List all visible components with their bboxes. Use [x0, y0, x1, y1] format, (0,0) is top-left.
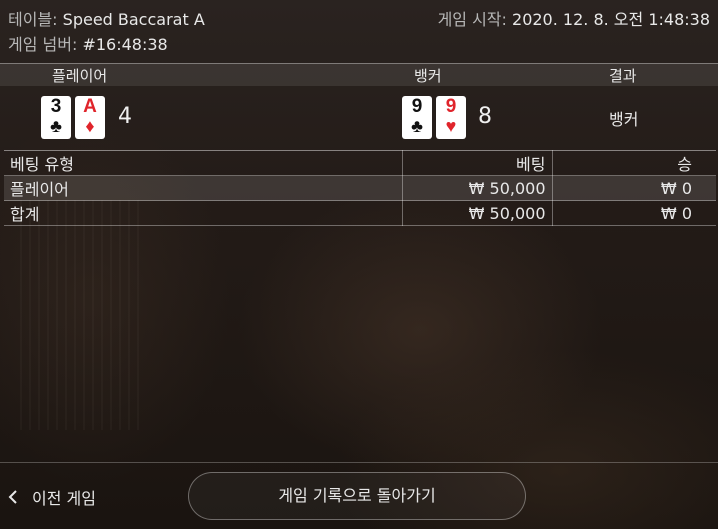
table-name: Speed Baccarat A: [62, 10, 205, 29]
previous-game-label: 이전 게임: [32, 489, 96, 508]
game-number-info: 게임 넘버: #16:48:38: [8, 31, 168, 55]
diamond-suit-icon: ♦: [85, 116, 95, 136]
previous-game-button[interactable]: 이전 게임: [8, 485, 96, 509]
bet-type-header: 베팅 유형: [4, 150, 403, 176]
outcome-header: 결과: [609, 67, 637, 85]
player-header: 플레이어: [52, 67, 108, 85]
bet-amount-cell: ₩ 50,000: [401, 175, 553, 201]
table-info: 테이블: Speed Baccarat A: [8, 6, 205, 30]
win-amount-cell: ₩ 0: [551, 200, 716, 226]
background-decor: [20, 200, 140, 430]
bet-type-cell: 합계: [4, 200, 403, 226]
winner-value: 뱅커: [609, 110, 639, 129]
playing-card: A ♦: [75, 96, 105, 139]
bet-table-header: 베팅 유형 베팅 승: [4, 150, 716, 176]
heart-suit-icon: ♥: [445, 116, 457, 136]
banker-hand: 9 ♣ 9 ♥: [402, 96, 466, 139]
player-score: 4: [118, 104, 132, 129]
footer: 이전 게임 게임 기록으로 돌아가기: [0, 462, 718, 529]
game-start-label: 게임 시작:: [437, 10, 507, 29]
banker-score: 8: [478, 104, 492, 129]
game-start-time: 2020. 12. 8. 오전 1:48:38: [512, 10, 710, 29]
bet-amount-header: 베팅: [401, 150, 553, 176]
chevron-left-icon: [8, 490, 17, 504]
game-info-header: 테이블: Speed Baccarat A 게임 넘버: #16:48:38 게…: [0, 0, 718, 60]
game-start-info: 게임 시작: 2020. 12. 8. 오전 1:48:38: [438, 6, 710, 30]
card-rank: A: [83, 96, 97, 117]
result-header: 플레이어 뱅커 결과: [0, 63, 718, 86]
table-label: 테이블:: [8, 10, 58, 29]
game-number: #16:48:38: [82, 35, 168, 54]
bet-table: 베팅 유형 베팅 승 플레이어 ₩ 50,000 ₩ 0 합계 ₩ 50,000…: [4, 150, 716, 226]
bet-amount-cell: ₩ 50,000: [401, 200, 553, 226]
club-suit-icon: ♣: [50, 116, 62, 136]
card-rank: 9: [445, 96, 457, 117]
playing-card: 3 ♣: [41, 96, 71, 139]
card-rank: 9: [411, 96, 423, 117]
back-to-history-button[interactable]: 게임 기록으로 돌아가기: [188, 472, 526, 520]
win-amount-cell: ₩ 0: [551, 175, 716, 201]
playing-card: 9 ♥: [436, 96, 466, 139]
table-row: 플레이어 ₩ 50,000 ₩ 0: [4, 175, 716, 201]
player-hand: 3 ♣ A ♦: [41, 96, 105, 139]
card-rank: 3: [50, 96, 62, 117]
banker-header: 뱅커: [414, 67, 442, 85]
bet-type-cell: 플레이어: [4, 175, 403, 201]
playing-card: 9 ♣: [402, 96, 432, 139]
result-row: 3 ♣ A ♦ 4 9 ♣ 9 ♥ 8 뱅커: [0, 86, 718, 148]
table-row-total: 합계 ₩ 50,000 ₩ 0: [4, 200, 716, 226]
game-number-label: 게임 넘버:: [8, 35, 78, 54]
club-suit-icon: ♣: [411, 116, 423, 136]
win-amount-header: 승: [551, 150, 716, 176]
